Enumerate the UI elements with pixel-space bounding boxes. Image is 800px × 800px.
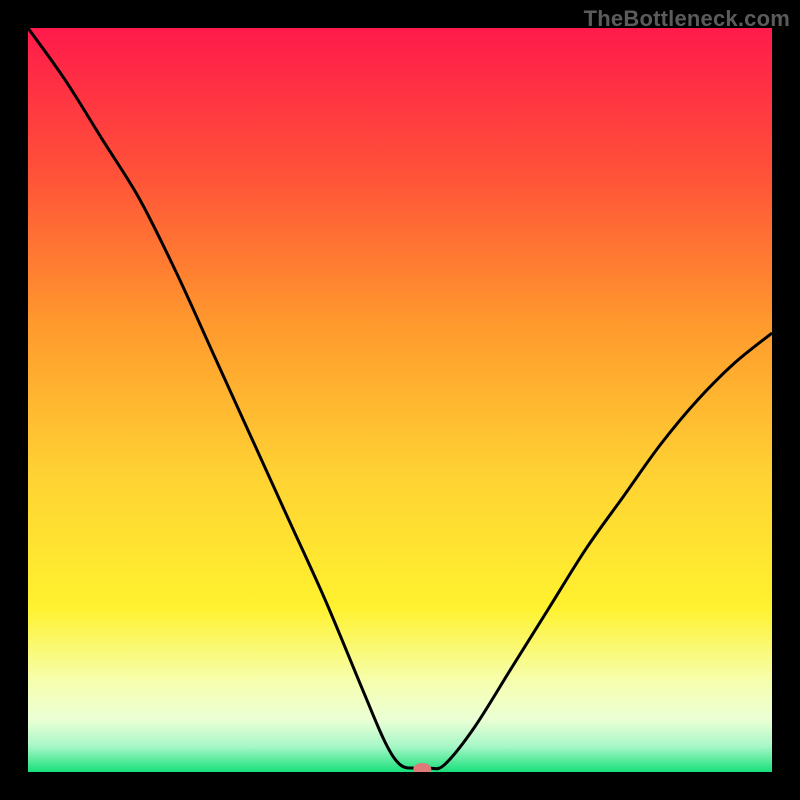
chart-plot-area xyxy=(28,28,772,772)
chart-background-gradient xyxy=(28,28,772,772)
watermark-text: TheBottleneck.com xyxy=(584,6,790,32)
chart-frame: TheBottleneck.com xyxy=(0,0,800,800)
chart-svg xyxy=(28,28,772,772)
